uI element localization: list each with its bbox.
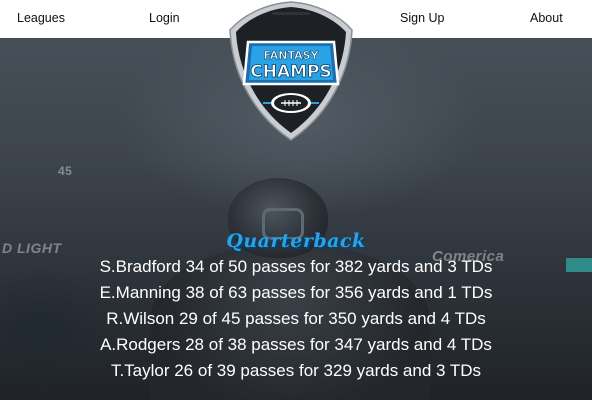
- stat-line: E.Manning 38 of 63 passes for 356 yards …: [99, 283, 493, 302]
- stat-line: R.Wilson 29 of 45 passes for 350 yards a…: [106, 309, 486, 328]
- stat-line: S.Bradford 34 of 50 passes for 382 yards…: [99, 257, 493, 276]
- nav-link-leagues[interactable]: Leagues: [17, 11, 65, 25]
- stat-line: A.Rodgers 28 of 38 passes for 347 yards …: [100, 335, 492, 354]
- stats-title: Quarterback: [226, 230, 366, 252]
- nav-link-login[interactable]: Login: [149, 11, 180, 25]
- logo-text-champs: CHAMPS: [250, 62, 331, 82]
- background-number: 45: [58, 164, 73, 178]
- fantasy-champs-logo[interactable]: FANTASY CHAMPS: [222, 0, 360, 142]
- logo-text-fantasy: FANTASY: [263, 49, 319, 62]
- stat-line: T.Taylor 26 of 39 passes for 329 yards a…: [110, 361, 482, 380]
- page: D LIGHT Comerica 45 Leagues Login Sign U…: [0, 0, 592, 400]
- nav-link-signup[interactable]: Sign Up: [400, 11, 444, 25]
- nav-link-about[interactable]: About: [530, 11, 563, 25]
- quarterback-stats-panel: Quarterback S.Bradford 34 of 50 passes f…: [0, 228, 592, 384]
